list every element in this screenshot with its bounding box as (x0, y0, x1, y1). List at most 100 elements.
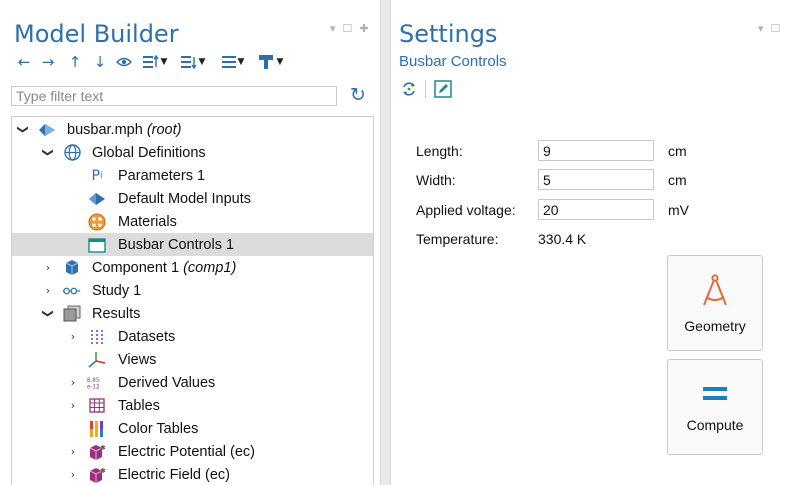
collapse-chevron-icon[interactable]: › (67, 330, 79, 343)
tree-item-color-tables[interactable]: Color Tables (12, 417, 373, 440)
tree-item-root[interactable]: ❯ busbar.mph (root) (12, 118, 373, 141)
tree-item-label: Study 1 (92, 282, 142, 299)
tree-item-component[interactable]: › Component 1 (comp1) (12, 256, 373, 279)
up-arrow-icon[interactable]: ↑ (61, 51, 89, 73)
settings-window-controls: ▾ ☐ (758, 22, 780, 35)
collapse-chevron-icon[interactable]: › (67, 468, 79, 481)
compute-button[interactable]: Compute (667, 359, 763, 455)
tree-item-busbar-controls[interactable]: Busbar Controls 1 (12, 233, 373, 256)
temperature-label: Temperature: (416, 231, 499, 247)
collapse-icon[interactable]: ▼ (213, 51, 253, 73)
tree-item-materials[interactable]: Materials (12, 210, 373, 233)
pin-icon[interactable]: ✚ (359, 22, 368, 35)
filter-text-input[interactable] (11, 86, 337, 106)
root-model-icon (38, 121, 56, 139)
tree-item-derived-values[interactable]: › 8.85 e-12 Derived Values (12, 371, 373, 394)
tree-item-label: Derived Values (118, 374, 216, 391)
build-icon[interactable]: ▼ (253, 51, 287, 73)
collapse-chevron-icon[interactable]: › (67, 399, 79, 412)
maximize-icon[interactable]: ☐ (771, 22, 781, 35)
temperature-value: 330.4 K (538, 231, 587, 247)
model-tree: ❯ busbar.mph (root) ❯ Global Definitions… (11, 116, 374, 485)
width-input[interactable] (538, 169, 654, 190)
tree-item-label: Results (92, 305, 141, 322)
tree-item-electric-field[interactable]: › ✱ Electric Field (ec) (12, 463, 373, 485)
tree-item-default-model-inputs[interactable]: Default Model Inputs (12, 187, 373, 210)
datasets-icon (88, 328, 106, 346)
settings-title: Settings (399, 20, 498, 48)
tree-item-label: Views (118, 351, 157, 368)
forward-arrow-icon[interactable]: → (35, 51, 61, 73)
tree-item-tables[interactable]: › Tables (12, 394, 373, 417)
collapse-chevron-icon[interactable]: › (42, 284, 54, 297)
voltage-unit: mV (668, 202, 689, 218)
model-builder-title: Model Builder (14, 20, 179, 48)
tree-item-suffix: (root) (146, 121, 182, 138)
tree-item-study[interactable]: › Study 1 (12, 279, 373, 302)
tables-icon (88, 397, 106, 415)
refresh-icon[interactable]: ↻ (350, 84, 366, 106)
tree-item-label: Datasets (118, 328, 176, 345)
compass-icon (698, 273, 732, 312)
plot-group-icon: ✱ (88, 466, 106, 484)
tree-item-label: Parameters 1 (118, 167, 206, 184)
color-tables-icon (88, 420, 106, 438)
svg-text:✱: ✱ (100, 444, 106, 452)
tree-item-label: Electric Potential (ec) (118, 443, 255, 460)
rebuild-icon[interactable] (399, 78, 419, 100)
settings-panel: Settings ▾ ☐ Busbar Controls Length: cm … (390, 0, 800, 485)
geometry-button[interactable]: Geometry (667, 255, 763, 351)
view-menu-icon[interactable]: ▾ (758, 22, 764, 35)
component-cube-icon (63, 259, 81, 277)
expand-chevron-icon[interactable]: ❯ (42, 147, 55, 159)
parameters-icon: Pi (91, 167, 103, 184)
model-tree-node-icon[interactable]: ▼ (173, 51, 213, 73)
collapse-chevron-icon[interactable]: › (67, 445, 79, 458)
expand-chevron-icon[interactable]: ❯ (17, 124, 30, 136)
maximize-icon[interactable]: ☐ (343, 22, 353, 35)
model-builder-toolbar: ← → ↑ ↓ ▼ ▼ ▼ ▼ (13, 51, 287, 73)
length-label: Length: (416, 143, 463, 159)
compute-button-label: Compute (686, 416, 744, 433)
tree-item-results[interactable]: ❯ Results (12, 302, 373, 325)
tree-item-global-definitions[interactable]: ❯ Global Definitions (12, 141, 373, 164)
model-inputs-icon (88, 190, 106, 208)
toolbar-divider (425, 80, 426, 98)
width-label: Width: (416, 172, 456, 188)
svg-text:e-12: e-12 (87, 384, 100, 390)
geometry-button-label: Geometry (684, 317, 746, 334)
tree-item-label: Component 1 (92, 259, 180, 276)
form-icon (88, 236, 106, 254)
model-builder-window-controls: ▾ ☐ ✚ (330, 22, 369, 35)
svg-text:8.85: 8.85 (87, 378, 100, 384)
tree-item-label: Materials (118, 213, 177, 230)
tree-item-label: Electric Field (ec) (118, 466, 230, 483)
tree-item-electric-potential[interactable]: › ✱ Electric Potential (ec) (12, 440, 373, 463)
plot-group-icon: ✱ (88, 443, 106, 461)
tree-item-label: Color Tables (118, 420, 199, 437)
tree-item-label: Default Model Inputs (118, 190, 251, 207)
results-icon (63, 305, 81, 323)
equals-icon (700, 382, 730, 411)
study-icon (63, 282, 81, 300)
collapse-chevron-icon[interactable]: › (67, 376, 79, 389)
width-unit: cm (668, 172, 687, 188)
expand-sections-icon[interactable]: ▼ (137, 51, 173, 73)
tree-item-label: busbar.mph (67, 121, 143, 138)
down-arrow-icon[interactable]: ↓ (89, 51, 111, 73)
tree-item-datasets[interactable]: › Datasets (12, 325, 373, 348)
tree-item-label: Tables (118, 397, 160, 414)
view-menu-icon[interactable]: ▾ (330, 22, 336, 35)
globe-icon (63, 144, 81, 162)
model-builder-panel: Model Builder ▾ ☐ ✚ ← → ↑ ↓ ▼ ▼ ▼ ▼ ↻ ❯ (0, 0, 381, 485)
back-arrow-icon[interactable]: ← (13, 51, 35, 73)
tree-item-suffix: (comp1) (183, 259, 237, 276)
tree-item-parameters[interactable]: Pi Parameters 1 (12, 164, 373, 187)
edit-form-icon[interactable] (432, 78, 454, 100)
voltage-input[interactable] (538, 199, 654, 220)
expand-chevron-icon[interactable]: ❯ (42, 308, 55, 320)
tree-item-views[interactable]: Views (12, 348, 373, 371)
show-icon[interactable] (111, 51, 137, 73)
length-input[interactable] (538, 140, 654, 161)
collapse-chevron-icon[interactable]: › (42, 261, 54, 274)
